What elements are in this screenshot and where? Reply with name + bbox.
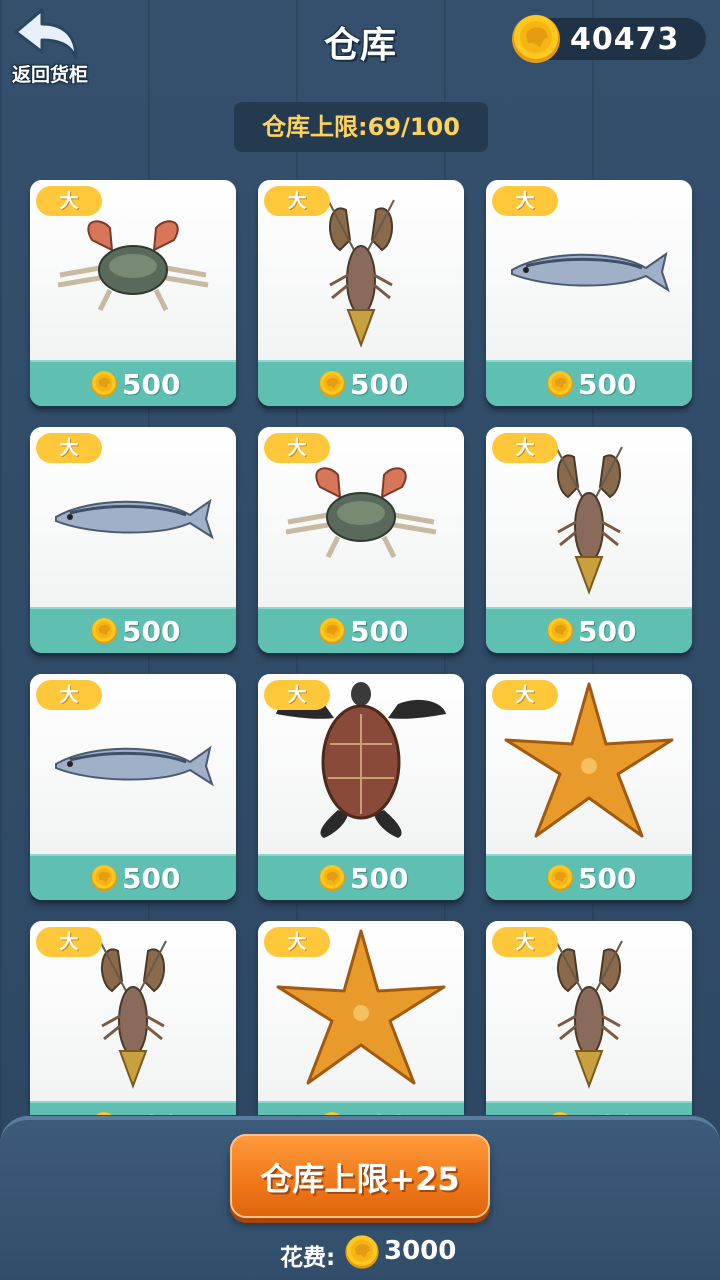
price-bar: 500: [258, 607, 464, 653]
size-badge: 大: [492, 186, 558, 216]
item-price: 500: [578, 368, 637, 401]
coin-icon: [91, 371, 117, 397]
price-bar: 500: [486, 854, 692, 900]
capacity-label: 仓库上限:69/100: [234, 102, 488, 152]
coin-icon: [551, 1112, 569, 1115]
price-bar: 500: [258, 854, 464, 900]
coin-balance: 40473: [512, 15, 706, 63]
price-bar: 500: [30, 607, 236, 653]
warehouse-item-card[interactable]: 大 500: [30, 674, 236, 900]
cost-label: 花费:: [280, 1245, 336, 1271]
size-badge: 大: [264, 927, 330, 957]
size-badge: 大: [264, 186, 330, 216]
size-badge: 大: [36, 433, 102, 463]
price-bar: 500: [258, 360, 464, 406]
item-price: 500: [578, 862, 637, 895]
size-badge: 大: [492, 433, 558, 463]
coin-icon: [91, 618, 117, 644]
back-arrow-icon: [14, 8, 78, 60]
item-price: 500: [578, 615, 637, 648]
item-price: 500: [122, 862, 181, 895]
item-price: 500: [350, 615, 409, 648]
back-to-shelf-button[interactable]: 返回货柜: [4, 6, 96, 86]
size-badge: 大: [264, 680, 330, 710]
item-price: 500: [350, 862, 409, 895]
price-bar: 500: [486, 1101, 692, 1115]
warehouse-item-card[interactable]: 大 500: [486, 427, 692, 653]
top-bar: 返回货柜 仓库 40473: [0, 0, 720, 86]
coin-icon: [319, 865, 345, 891]
size-badge: 大: [36, 680, 102, 710]
cost-row: 花费: 3000: [280, 1232, 480, 1272]
size-badge: 大: [492, 927, 558, 957]
warehouse-item-card[interactable]: 大 500: [258, 427, 464, 653]
warehouse-item-card[interactable]: 大 500: [30, 427, 236, 653]
warehouse-item-card[interactable]: 大 500: [486, 180, 692, 406]
warehouse-item-card[interactable]: 大 500: [258, 921, 464, 1115]
item-price: 500: [122, 368, 181, 401]
coin-icon: [95, 1112, 113, 1115]
item-price: 500: [122, 615, 181, 648]
price-bar: 500: [30, 1101, 236, 1115]
coin-icon: [547, 618, 573, 644]
size-badge: 大: [264, 433, 330, 463]
item-price: 500: [350, 368, 409, 401]
item-price: 500: [122, 1109, 180, 1115]
coin-icon: [319, 618, 345, 644]
size-badge: 大: [492, 680, 558, 710]
warehouse-item-card[interactable]: 大 500: [486, 674, 692, 900]
upgrade-capacity-button[interactable]: 仓库上限+25: [230, 1134, 490, 1218]
price-bar: 500: [258, 1101, 464, 1115]
coin-icon: [547, 371, 573, 397]
item-price: 500: [350, 1109, 408, 1115]
back-label: 返回货柜: [11, 64, 88, 86]
item-grid: 大 500 大 500 大 500 大 500 大 500 大 500 大 50…: [0, 170, 720, 1115]
warehouse-item-card[interactable]: 大 500: [30, 180, 236, 406]
size-badge: 大: [36, 927, 102, 957]
coin-icon: [323, 1112, 341, 1115]
coin-icon: [91, 865, 117, 891]
price-bar: 500: [30, 360, 236, 406]
warehouse-item-card[interactable]: 大 500: [258, 674, 464, 900]
price-bar: 500: [30, 854, 236, 900]
warehouse-item-card[interactable]: 大 500: [30, 921, 236, 1115]
cost-value: 3000: [384, 1236, 457, 1266]
coin-icon: [345, 1235, 379, 1269]
upgrade-label: 仓库上限+25: [260, 1160, 460, 1198]
page-title: 仓库: [323, 25, 396, 66]
price-bar: 500: [486, 607, 692, 653]
coin-amount: 40473: [570, 22, 680, 57]
warehouse-item-card[interactable]: 大 500: [258, 180, 464, 406]
size-badge: 大: [36, 186, 102, 216]
coin-icon: [547, 865, 573, 891]
price-bar: 500: [486, 360, 692, 406]
coin-icon: [512, 15, 560, 63]
coin-icon: [319, 371, 345, 397]
item-price: 500: [578, 1109, 636, 1115]
warehouse-item-card[interactable]: 大 500: [486, 921, 692, 1115]
